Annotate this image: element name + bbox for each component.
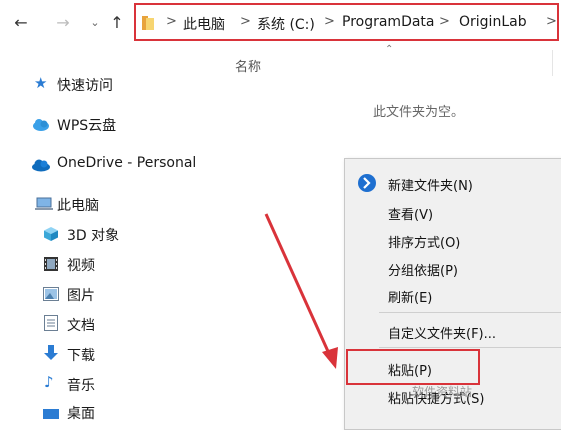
watermark: 软件资料站 — [412, 385, 473, 399]
annotation-arrow — [264, 213, 338, 369]
